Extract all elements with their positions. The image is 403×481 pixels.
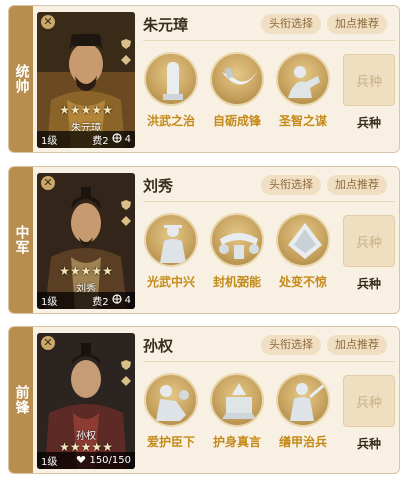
armored-soldier-icon — [276, 373, 330, 427]
skill-slot-1[interactable]: 爱护臣下 — [139, 373, 203, 450]
level-text: 1级 — [41, 297, 58, 308]
portrait-side-marks — [121, 195, 131, 226]
skill-label: 洪武之治 — [146, 114, 195, 128]
title-select-button[interactable]: 头衔选择 — [261, 14, 321, 34]
recommend-points-button[interactable]: 加点推荐 — [327, 175, 387, 195]
blade-icon — [210, 52, 264, 106]
skill-label: 处变不惊 — [278, 275, 327, 289]
level-text: 1级 — [41, 457, 58, 468]
skill-slot-3[interactable]: 圣智之谋 — [271, 52, 335, 129]
skill-slot-2[interactable]: 自砺成锋 — [205, 52, 269, 129]
skill-slot-3[interactable]: 处变不惊 — [271, 213, 335, 290]
emperor-icon — [144, 213, 198, 267]
troop-type-button[interactable]: 兵种 — [343, 215, 395, 267]
stat-text: 4 — [124, 295, 131, 306]
portrait-side-marks — [121, 355, 131, 386]
level-text: 1级 — [41, 136, 58, 147]
general-portrait[interactable]: ✕ ★★★★★ 朱元璋 1级 费2 4 — [37, 12, 135, 148]
portrait-info-bar: 1级 150/150 — [37, 452, 135, 469]
troop-type-button[interactable]: 兵种 — [343, 375, 395, 427]
cost-text: 费2 — [92, 136, 109, 147]
skill-label: 自砺成锋 — [212, 114, 261, 128]
recommend-points-button[interactable]: 加点推荐 — [327, 335, 387, 355]
skill-label: 光武中兴 — [146, 275, 195, 289]
star-rating: ★★★★★ — [59, 103, 113, 117]
portrait-side-marks — [121, 34, 131, 65]
role-label: 前锋 — [13, 385, 30, 415]
helmet-icon — [276, 213, 330, 267]
troop-type-label: 兵种 — [356, 277, 381, 291]
skill-slot-3[interactable]: 缮甲治兵 — [271, 373, 335, 450]
close-icon[interactable]: ✕ — [41, 176, 55, 190]
skill-label: 护身真言 — [212, 435, 261, 449]
kneeling-figure-icon — [144, 373, 198, 427]
troop-stat-icon — [112, 294, 122, 307]
general-card-1: 统帅 ✕ ★★★★★ 朱元璋 1级 费2 4 朱元璋 头衔选择 加点推荐 洪武之… — [8, 5, 400, 153]
divider — [143, 361, 395, 362]
skill-slot-1[interactable]: 洪武之治 — [139, 52, 203, 129]
close-icon[interactable]: ✕ — [41, 15, 55, 29]
stat-text: 150/150 — [89, 455, 131, 466]
skill-label: 封机弼能 — [212, 275, 261, 289]
general-card-2: 中军 ✕ ★★★★★ 刘秀 1级 费2 4 刘秀 头衔选择 加点推荐 光武中兴 … — [8, 166, 400, 314]
gem-icon — [121, 50, 131, 65]
cost-text: 费2 — [92, 297, 109, 308]
shield-icon — [121, 195, 131, 210]
star-rating: ★★★★★ — [59, 264, 113, 278]
role-strip: 前锋 — [9, 327, 33, 473]
portrait-info-bar: 1级 费2 4 — [37, 131, 135, 148]
troop-type-button[interactable]: 兵种 — [343, 54, 395, 106]
skill-label: 缮甲治兵 — [278, 435, 327, 449]
gem-icon — [121, 371, 131, 386]
general-name: 朱元璋 — [143, 16, 189, 34]
divider — [143, 201, 395, 202]
title-select-button[interactable]: 头衔选择 — [261, 175, 321, 195]
close-icon[interactable]: ✕ — [41, 336, 55, 350]
skill-slot-1[interactable]: 光武中兴 — [139, 213, 203, 290]
skill-slot-2[interactable]: 护身真言 — [205, 373, 269, 450]
troop-type-label: 兵种 — [356, 437, 381, 451]
portrait-name: 孙权 — [76, 431, 96, 442]
shield-icon — [121, 355, 131, 370]
title-select-button[interactable]: 头衔选择 — [261, 335, 321, 355]
recommend-points-button[interactable]: 加点推荐 — [327, 14, 387, 34]
troop-stat-icon — [112, 133, 122, 146]
skill-label: 爱护臣下 — [146, 435, 195, 449]
divider — [143, 40, 395, 41]
general-name: 刘秀 — [143, 177, 174, 195]
general-card-3: 前锋 ✕ ★★★★★ 孙权 1级 150/150 孙权 头衔选择 加点推荐 爱护… — [8, 326, 400, 474]
heart-icon — [76, 454, 86, 467]
skill-label: 圣智之谋 — [278, 114, 327, 128]
chain-icon — [210, 213, 264, 267]
role-label: 统帅 — [13, 64, 30, 94]
role-strip: 统帅 — [9, 6, 33, 152]
role-label: 中军 — [13, 225, 30, 255]
troop-type-label: 兵种 — [356, 116, 381, 130]
gem-icon — [121, 211, 131, 226]
sage-icon — [276, 52, 330, 106]
portrait-info-bar: 1级 费2 4 — [37, 292, 135, 309]
tablet-icon — [144, 52, 198, 106]
stat-text: 4 — [124, 134, 131, 145]
skill-slot-2[interactable]: 封机弼能 — [205, 213, 269, 290]
shield-icon — [121, 34, 131, 49]
general-portrait[interactable]: ✕ ★★★★★ 刘秀 1级 费2 4 — [37, 173, 135, 309]
general-portrait[interactable]: ✕ ★★★★★ 孙权 1级 150/150 — [37, 333, 135, 469]
altar-icon — [210, 373, 264, 427]
role-strip: 中军 — [9, 167, 33, 313]
general-name: 孙权 — [143, 337, 174, 355]
